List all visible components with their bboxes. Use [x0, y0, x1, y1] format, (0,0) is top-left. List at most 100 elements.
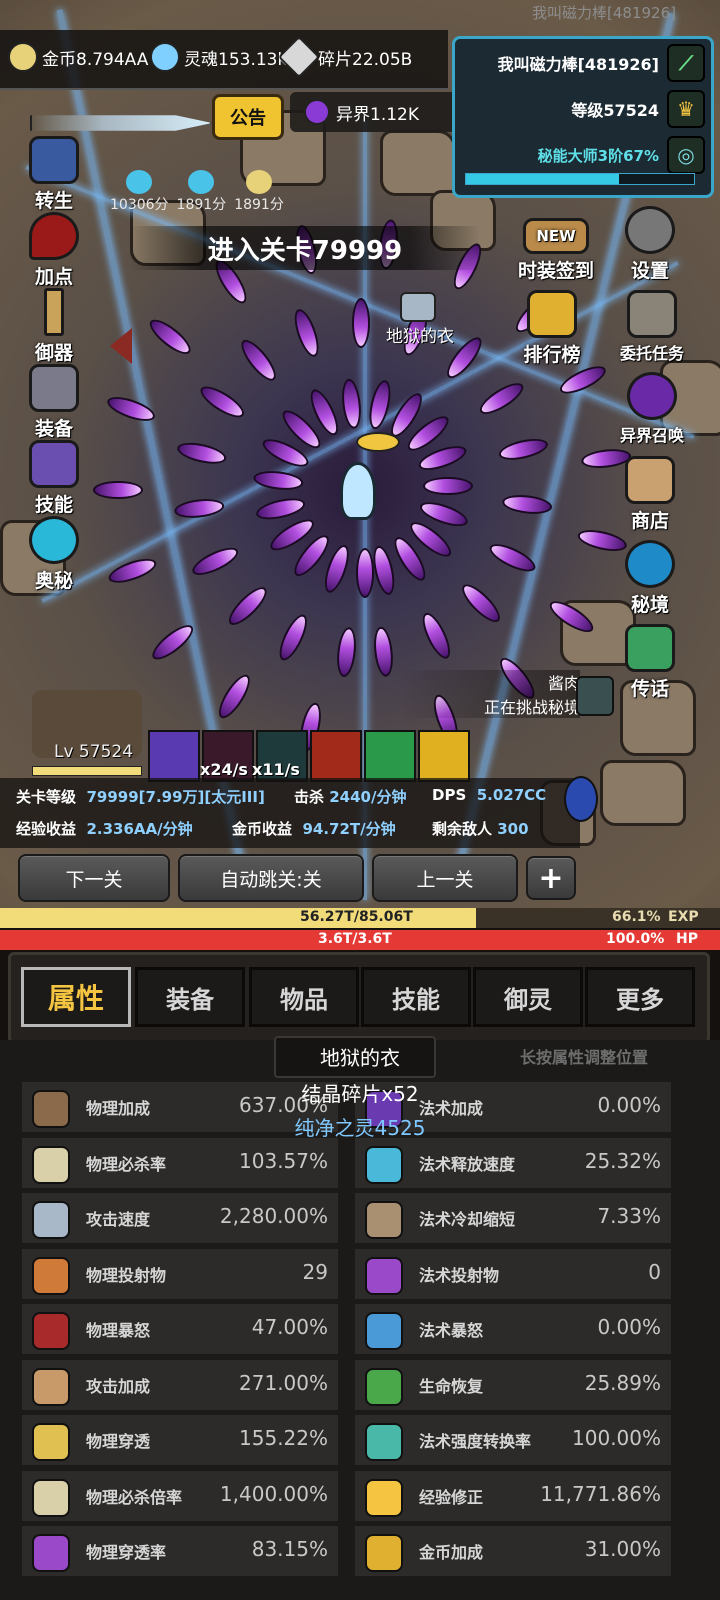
auto-skip-button[interactable]: 自动跳关:关 [178, 854, 364, 902]
armor-drop-icon [400, 292, 436, 322]
attribute-icon [365, 1201, 403, 1239]
portal-icon [627, 372, 677, 420]
bag-icon [625, 456, 675, 504]
buff-item: 1891分 [177, 170, 226, 214]
tab-attributes[interactable]: 属性 [21, 967, 131, 1027]
menu-fashion-checkin[interactable]: NEW 时装签到 [508, 218, 604, 283]
purple-petal [213, 670, 256, 723]
attribute-name: 物理穿透 [86, 1432, 151, 1451]
notice-button[interactable]: 公告 [212, 94, 284, 140]
menu-shop[interactable]: 商店 [610, 456, 690, 533]
buff-item: 1891分 [234, 170, 284, 214]
challenge-status: 正在挑战秘境 [483, 698, 580, 717]
attribute-row[interactable]: 物理暴怒 47.00% [22, 1304, 338, 1354]
tooltip-line2: 纯净之灵4525 [294, 1116, 426, 1140]
menu-otherworld-summon[interactable]: 异界召唤 [604, 372, 700, 446]
menu-equipment[interactable]: 装备 [14, 364, 94, 441]
purple-petal [252, 468, 305, 493]
attribute-row[interactable]: 法术释放速度 25.32% [355, 1137, 671, 1188]
attribute-row[interactable]: 金币加成 31.00% [355, 1526, 671, 1576]
hp-bar-text: 3.6T/3.6T [318, 931, 392, 947]
attribute-name: 生命恢复 [419, 1376, 484, 1396]
next-stage-button[interactable]: 下一关 [18, 854, 170, 902]
stage-level-stat: 关卡等级 79999[7.99万][太元III] [16, 788, 265, 806]
attribute-row[interactable]: 法术强度转换率 100.00% [355, 1415, 671, 1465]
menu-rebirth[interactable]: 转生 [14, 136, 94, 213]
menu-leaderboard[interactable]: 排行榜 [512, 290, 592, 367]
attribute-row[interactable]: 法术暴怒 0.00% [355, 1304, 671, 1354]
purple-petal [365, 378, 395, 432]
attribute-row[interactable]: 攻击速度 2,280.00% [22, 1193, 338, 1243]
soul-flame-icon [150, 42, 180, 72]
attribute-value: 0.00% [597, 1315, 661, 1339]
tab-equipment[interactable]: 装备 [135, 967, 245, 1027]
challenger-avatar[interactable] [576, 676, 614, 716]
attribute-value: 1,400.00% [219, 1481, 328, 1506]
potion-icon[interactable] [564, 776, 598, 822]
attribute-row[interactable]: 物理投射物 29 [22, 1248, 338, 1299]
tab-items[interactable]: 物品 [249, 967, 359, 1027]
attribute-row[interactable]: 物理穿透 155.22% [22, 1415, 338, 1465]
menu-artifact[interactable]: 御器 [14, 288, 94, 365]
trophy-icon [527, 290, 577, 338]
attribute-value: 7.33% [597, 1204, 661, 1228]
title-progress-fill [466, 174, 619, 184]
plus-button[interactable]: + [526, 856, 576, 900]
attribute-row[interactable]: 生命恢复 25.89% [355, 1359, 671, 1410]
purple-petal [497, 434, 550, 464]
purple-petal [289, 306, 324, 360]
player-card[interactable]: 我叫磁力棒[481926] ⟋ 等级57524 ♛ 秘能大师3阶67% ◎ [452, 36, 714, 198]
attribute-icon [32, 1201, 70, 1239]
otherworld-resource: 异界1.12K [290, 92, 456, 132]
purple-petal [223, 582, 272, 631]
skill-slot[interactable] [148, 730, 200, 782]
skill-slot[interactable] [418, 730, 470, 782]
resource-bar: 金币8.794AA 灵魂153.13k 碎片22.05B [0, 30, 448, 90]
menu-add-points[interactable]: 加点 [14, 212, 94, 289]
shard-crystal-icon [277, 35, 321, 79]
attribute-value: 25.32% [584, 1148, 661, 1173]
attribute-value: 155.22% [239, 1426, 328, 1450]
kills-stat: 击杀 2440/分钟 [294, 788, 407, 806]
attribute-name: 法术暴怒 [419, 1321, 484, 1340]
attribute-icon [32, 1478, 70, 1517]
challenger-name: 酱肉 [547, 674, 580, 693]
attribute-value: 11,771.86% [540, 1481, 661, 1506]
title-progress-bar [465, 173, 695, 185]
purple-petal [145, 314, 196, 360]
purple-petal [339, 377, 364, 430]
menu-skills[interactable]: 技能 [14, 440, 94, 517]
portal-icon [304, 99, 330, 125]
tab-spirits[interactable]: 御灵 [473, 967, 583, 1027]
attribute-icon [32, 1312, 70, 1350]
attribute-row[interactable]: 攻击加成 271.00% [22, 1359, 338, 1410]
skill-slot[interactable] [310, 730, 362, 782]
attribute-row[interactable]: 法术冷却缩短 7.33% [355, 1193, 671, 1243]
skill-slot[interactable] [364, 730, 416, 782]
menu-message[interactable]: 传话 [610, 624, 690, 701]
gold-income-stat: 金币收益 94.72T/分钟 [232, 820, 396, 838]
menu-commission[interactable]: 委托任务 [604, 290, 700, 364]
prev-stage-button[interactable]: 上一关 [372, 854, 518, 902]
attribute-row[interactable]: 物理必杀率 103.57% [22, 1137, 338, 1188]
hero-character [340, 462, 376, 520]
attribute-icon [365, 1312, 403, 1350]
blue-orb-icon [625, 540, 675, 588]
chevron-left-icon[interactable] [110, 328, 132, 364]
attribute-row[interactable]: 法术投射物 0 [355, 1248, 671, 1299]
attribute-row[interactable]: 物理穿透率 83.15% [22, 1526, 338, 1576]
tab-more[interactable]: 更多 [585, 967, 695, 1027]
menu-settings[interactable]: 设置 [610, 206, 690, 283]
buff-list: 10306分 1891分 1891分 [110, 170, 284, 214]
tab-skills[interactable]: 技能 [361, 967, 471, 1027]
menu-arcana[interactable]: 奥秘 [14, 516, 94, 593]
rock-obstacle [600, 760, 686, 826]
bottom-tabs: 属性 装备 物品 技能 御灵 更多 [8, 952, 710, 1044]
attribute-row[interactable]: 物理必杀倍率 1,400.00% [22, 1470, 338, 1521]
menu-secret-realm[interactable]: 秘境 [610, 540, 690, 617]
attribute-row[interactable]: 经验修正 11,771.86% [355, 1470, 671, 1521]
tooltip-line1: 结晶碎片x52 [301, 1082, 419, 1106]
pet-level-bar [32, 766, 142, 776]
gear-icon [625, 206, 675, 254]
attribute-name: 法术释放速度 [419, 1154, 516, 1174]
